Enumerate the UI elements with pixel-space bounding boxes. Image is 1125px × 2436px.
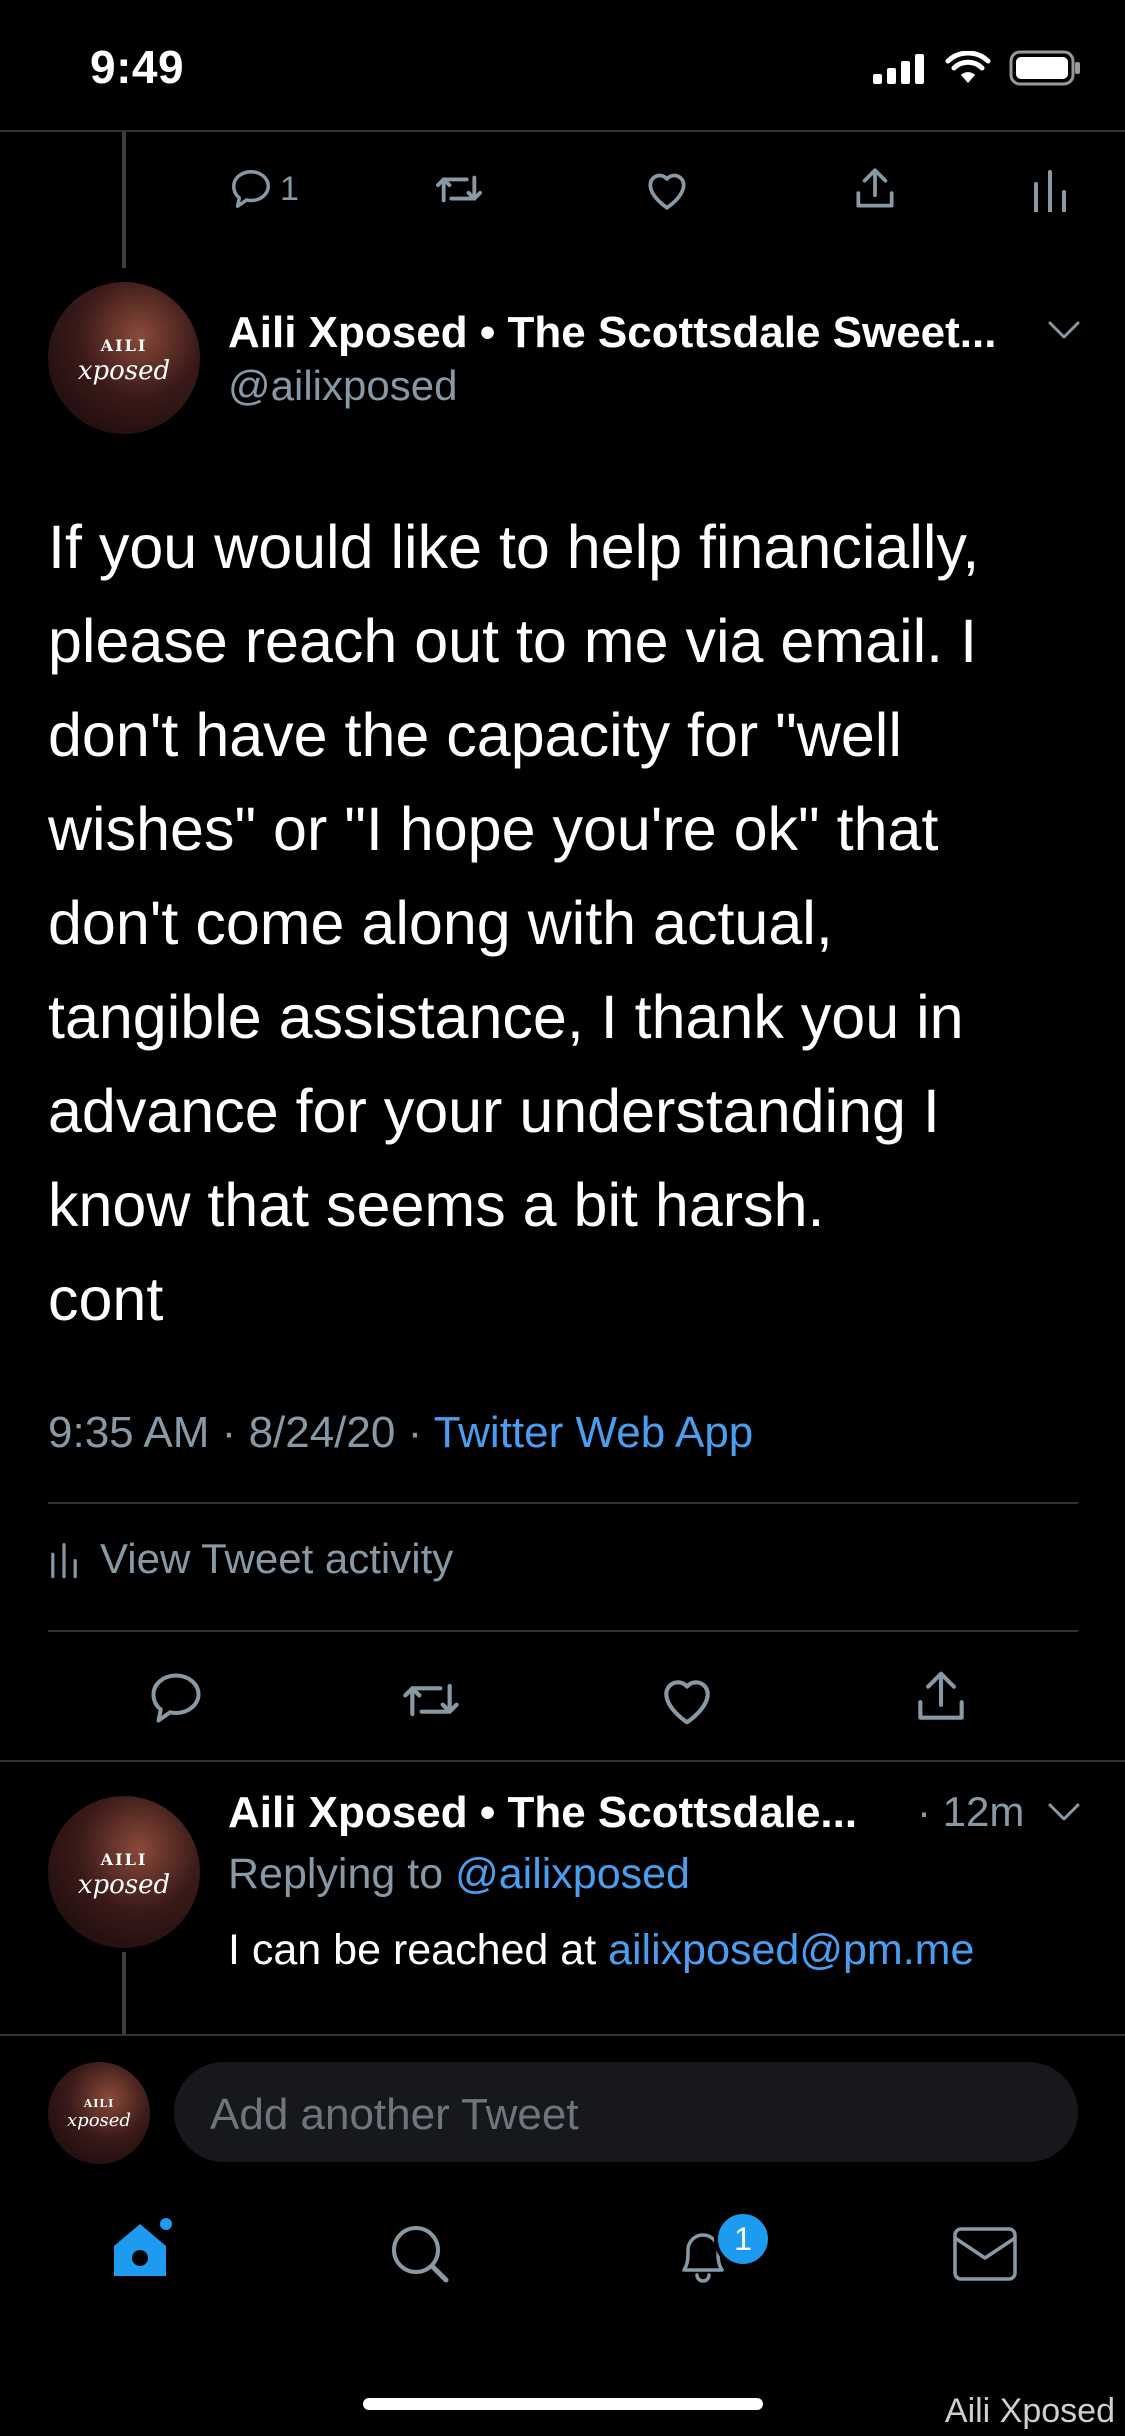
share-button[interactable] xyxy=(910,1666,972,1728)
home-indicator xyxy=(363,2398,763,2410)
reply-menu-button[interactable] xyxy=(1046,1800,1082,1824)
tweet-meta: 9:35 AM · 8/24/20 · Twitter Web App xyxy=(48,1408,753,1458)
avatar-text-bottom: xposed xyxy=(77,1870,171,1900)
composer-avatar: AILI xposed xyxy=(48,2062,150,2164)
replying-to-handle[interactable]: @ailixposed xyxy=(455,1850,690,1898)
like-button[interactable] xyxy=(656,1670,718,1728)
avatar-text-top: AILI xyxy=(83,2097,115,2110)
mail-icon xyxy=(953,2227,1017,2281)
divider xyxy=(48,1502,1078,1504)
tweet-date: 8/24/20 xyxy=(248,1408,396,1457)
retweet-icon xyxy=(436,175,483,203)
meta-separator: · xyxy=(221,1408,237,1457)
author-name[interactable]: Aili Xposed • The Scottsdale Sweet... xyxy=(228,308,996,358)
replying-to-label: Replying to xyxy=(228,1850,456,1898)
reply-button[interactable]: 1 xyxy=(228,166,299,212)
tweet-text: If you would like to help financially, p… xyxy=(48,513,980,1333)
divider xyxy=(0,2034,1125,2036)
analytics-icon xyxy=(1034,170,1066,212)
divider xyxy=(0,1760,1125,1762)
battery-icon xyxy=(1009,50,1080,86)
thread-line xyxy=(122,132,126,268)
reply-count: 1 xyxy=(280,169,299,208)
reply-time: · 12m xyxy=(917,1788,1025,1835)
add-tweet-placeholder: Add another Tweet xyxy=(210,2090,579,2139)
chevron-down-icon xyxy=(1048,1803,1080,1821)
notification-badge: 1 xyxy=(714,2210,772,2268)
reply-author-name[interactable]: Aili Xposed • The Scottsdale... xyxy=(228,1788,857,1838)
view-activity-button[interactable]: View Tweet activity xyxy=(48,1535,453,1583)
divider xyxy=(48,1630,1078,1632)
tab-messages[interactable] xyxy=(952,2226,1018,2282)
share-icon xyxy=(918,1671,964,1720)
avatar[interactable]: AILI xposed xyxy=(48,282,200,434)
header-divider xyxy=(0,130,1125,132)
tab-home[interactable] xyxy=(108,2214,178,2284)
share-button[interactable] xyxy=(850,164,900,214)
tab-search[interactable] xyxy=(388,2222,452,2286)
chevron-down-icon xyxy=(1048,321,1080,339)
heart-icon xyxy=(648,173,686,210)
cellular-signal-icon xyxy=(873,54,924,84)
retweet-button[interactable] xyxy=(432,166,486,212)
avatar-text-bottom: xposed xyxy=(67,2110,131,2131)
avatar-text-top: AILI xyxy=(100,1850,148,1869)
view-activity-label: View Tweet activity xyxy=(100,1535,454,1582)
avatar-text-bottom: xposed xyxy=(77,356,171,386)
reply-button[interactable] xyxy=(146,1668,206,1728)
heart-icon xyxy=(664,1680,710,1725)
tweet-time: 9:35 AM xyxy=(48,1408,210,1457)
like-button[interactable] xyxy=(642,166,692,212)
search-icon xyxy=(392,2226,449,2283)
tweet-source-link[interactable]: Twitter Web App xyxy=(434,1408,754,1457)
thread-line xyxy=(122,1952,126,2034)
tweet-menu-button[interactable] xyxy=(1046,318,1082,342)
email-link[interactable]: ailixposed@pm.me xyxy=(608,1926,974,1974)
avatar-text-top: AILI xyxy=(100,336,148,355)
analytics-icon xyxy=(51,1543,77,1579)
status-time: 9:49 xyxy=(90,41,185,93)
status-icons xyxy=(873,50,1081,86)
reply-avatar[interactable]: AILI xposed xyxy=(48,1796,200,1948)
analytics-button[interactable] xyxy=(1030,168,1070,212)
reply-icon xyxy=(151,1673,201,1723)
retweet-icon xyxy=(403,1683,459,1717)
reply-text: I can be reached at ailixposed@pm.me xyxy=(228,1926,974,1975)
share-icon xyxy=(856,168,894,208)
reply-text-prefix: I can be reached at xyxy=(228,1926,609,1974)
author-handle[interactable]: @ailixposed xyxy=(228,362,457,410)
retweet-button[interactable] xyxy=(398,1672,464,1728)
meta-separator: · xyxy=(407,1408,423,1457)
watermark: Aili Xposed xyxy=(944,2392,1115,2430)
reply-icon xyxy=(232,170,270,208)
wifi-icon xyxy=(945,51,991,83)
home-icon xyxy=(114,2218,172,2276)
replying-to: Replying to @ailixposed xyxy=(228,1850,690,1899)
